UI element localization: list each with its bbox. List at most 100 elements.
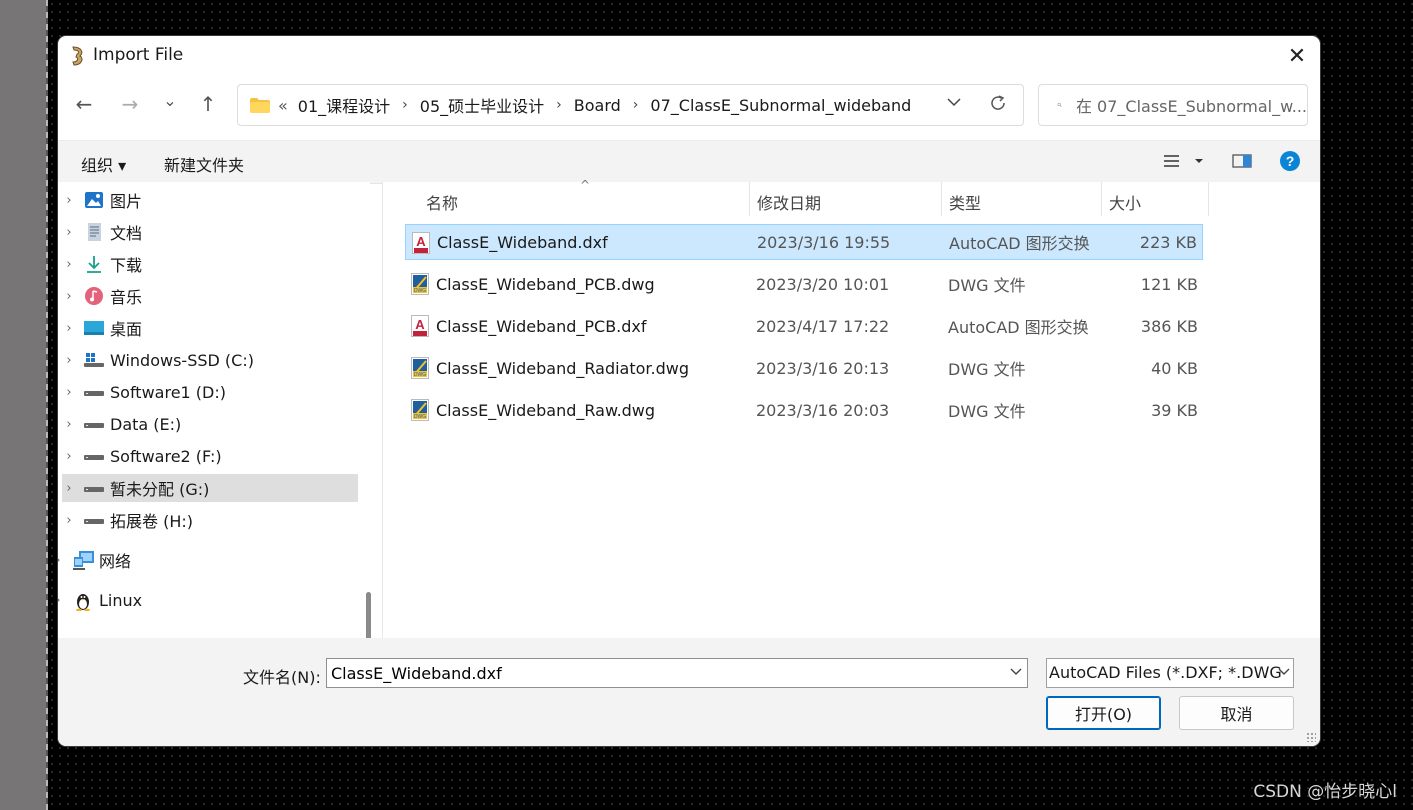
dwg-file-icon: DWG — [411, 357, 429, 379]
recent-locations-button[interactable]: ⌄ — [156, 86, 184, 114]
organize-menu[interactable]: 组织 ▾ — [81, 152, 126, 176]
column-divider[interactable] — [749, 182, 750, 216]
file-row[interactable]: A ClassE_Wideband_PCB.dxf 2023/4/17 17:2… — [405, 308, 1203, 344]
svg-text:DWG: DWG — [414, 372, 426, 378]
drive-icon — [84, 447, 104, 465]
filename-history-button[interactable] — [1010, 665, 1022, 680]
chevron-right-icon[interactable]: › — [62, 289, 76, 304]
breadcrumb-part[interactable]: 05_硕士毕业设计 — [420, 93, 544, 117]
chevron-right-icon[interactable]: › — [58, 593, 65, 608]
music-icon — [84, 287, 104, 305]
forward-button[interactable]: → — [116, 90, 144, 118]
preview-pane-icon — [1232, 154, 1252, 168]
chevron-right-icon[interactable]: › — [62, 481, 76, 496]
file-type: DWG 文件 — [948, 402, 1026, 421]
list-view-icon — [1164, 155, 1203, 167]
breadcrumb-part[interactable]: Board — [574, 96, 621, 115]
file-date: 2023/3/16 20:13 — [756, 358, 890, 378]
downloads-icon — [84, 255, 104, 273]
chevron-right-icon[interactable]: › — [62, 321, 76, 336]
file-name: ClassE_Wideband_PCB.dwg — [436, 274, 655, 294]
filetype-select[interactable]: AutoCAD Files (*.DXF; *.DWG — [1046, 658, 1294, 688]
cancel-button-label: 取消 — [1220, 705, 1253, 724]
file-row[interactable]: DWG ClassE_Wideband_PCB.dwg 2023/3/20 10… — [405, 266, 1203, 302]
sidebar-item-label: 网络 — [99, 552, 132, 571]
sidebar-item-documents[interactable]: › 文档 — [62, 218, 358, 246]
file-size: 39 KB — [1151, 400, 1198, 420]
sidebar-item-music[interactable]: › 音乐 — [62, 282, 358, 310]
search-input[interactable]: 在 07_ClassE_Subnormal_w... — [1038, 84, 1308, 126]
preview-pane-button[interactable] — [1232, 151, 1252, 175]
column-header-type[interactable]: 类型 — [949, 190, 981, 214]
sidebar-item-drive-h[interactable]: › 拓展卷 (H:) — [62, 506, 358, 534]
column-header-name[interactable]: 名称 — [426, 190, 458, 214]
import-file-dialog: Import File ✕ ← → ⌄ ↑ « 01_课程设计 › 05_硕士毕… — [58, 36, 1320, 746]
chevron-right-icon[interactable]: › — [62, 513, 76, 528]
chevron-right-icon[interactable]: › — [62, 193, 76, 208]
chevron-right-icon[interactable]: › — [62, 417, 76, 432]
view-options-button[interactable] — [1164, 151, 1204, 175]
file-size: 386 KB — [1140, 316, 1198, 336]
svg-text:DWG: DWG — [414, 288, 426, 294]
open-button-label: 打开(O) — [1074, 705, 1133, 724]
filetype-dropdown-button[interactable] — [1278, 665, 1290, 680]
arrow-up-icon: ↑ — [199, 92, 217, 116]
linux-penguin-icon — [73, 591, 93, 612]
column-divider[interactable] — [1208, 182, 1209, 216]
open-button[interactable]: 打开(O) — [1046, 696, 1161, 730]
sidebar-item-pictures[interactable]: › 图片 — [62, 186, 358, 214]
column-divider[interactable] — [1101, 182, 1102, 216]
refresh-button[interactable] — [989, 93, 1007, 117]
resize-grip-icon[interactable] — [1306, 732, 1316, 742]
chevron-right-icon[interactable]: › — [58, 553, 65, 568]
sidebar-item-drive-d[interactable]: › Software1 (D:) — [62, 378, 358, 406]
help-button[interactable]: ? — [1279, 150, 1301, 176]
sidebar-item-label: 文档 — [110, 224, 143, 243]
sidebar-item-linux[interactable]: › Linux — [58, 586, 347, 614]
column-header-date[interactable]: 修改日期 — [757, 190, 821, 214]
sidebar-item-label: Data (E:) — [110, 414, 182, 434]
app-logo-icon — [72, 46, 83, 66]
sidebar-item-downloads[interactable]: › 下载 — [62, 250, 358, 278]
chevron-down-icon: ⌄ — [163, 90, 177, 110]
column-divider[interactable] — [941, 182, 942, 216]
chevron-right-icon[interactable]: › — [62, 353, 76, 368]
dwg-file-icon: DWG — [411, 273, 429, 295]
file-row[interactable]: DWG ClassE_Wideband_Raw.dwg 2023/3/16 20… — [405, 392, 1203, 428]
sidebar-item-drive-e[interactable]: › Data (E:) — [62, 410, 358, 438]
close-button[interactable]: ✕ — [1274, 36, 1320, 76]
dialog-title: Import File — [93, 45, 184, 65]
address-dropdown-button[interactable] — [947, 95, 961, 111]
file-row[interactable]: A ClassE_Wideband.dxf 2023/3/16 19:55 Au… — [405, 224, 1203, 260]
sidebar-item-drive-c[interactable]: › Windows-SSD (C:) — [62, 346, 358, 374]
address-overflow[interactable]: « — [278, 96, 288, 115]
column-header-size[interactable]: 大小 — [1109, 190, 1141, 214]
breadcrumb-part[interactable]: 07_ClassE_Subnormal_wideband — [650, 96, 911, 115]
sidebar-item-drive-f[interactable]: › Software2 (F:) — [62, 442, 358, 470]
cancel-button[interactable]: 取消 — [1179, 696, 1294, 730]
dwg-file-icon: DWG — [411, 399, 429, 421]
sidebar-item-label: 桌面 — [110, 320, 143, 339]
chevron-right-icon[interactable]: › — [62, 385, 76, 400]
sidebar-item-desktop[interactable]: › 桌面 — [62, 314, 358, 342]
search-icon — [1057, 102, 1062, 107]
sidebar-item-drive-g[interactable]: › 暂未分配 (G:) — [62, 474, 358, 502]
chevron-right-icon[interactable]: › — [62, 257, 76, 272]
sidebar-item-label: Software1 (D:) — [110, 382, 226, 402]
file-name: ClassE_Wideband_Radiator.dwg — [436, 358, 690, 378]
new-folder-button[interactable]: 新建文件夹 — [164, 152, 244, 176]
chevron-right-icon[interactable]: › — [62, 225, 76, 240]
title-bar: Import File ✕ — [58, 36, 1320, 76]
file-row[interactable]: DWG ClassE_Wideband_Radiator.dwg 2023/3/… — [405, 350, 1203, 386]
file-date: 2023/3/16 20:03 — [756, 400, 890, 420]
sidebar-item-label: 图片 — [110, 192, 143, 211]
up-button[interactable]: ↑ — [194, 90, 222, 118]
sidebar-item-network[interactable]: › 网络 — [58, 546, 347, 574]
back-button[interactable]: ← — [70, 90, 98, 118]
filename-input[interactable] — [326, 658, 1028, 688]
chevron-right-icon[interactable]: › — [62, 449, 76, 464]
refresh-icon — [991, 95, 1005, 110]
breadcrumb-part[interactable]: 01_课程设计 — [298, 93, 390, 117]
sidebar-item-label: 下载 — [110, 256, 143, 275]
address-bar[interactable]: « 01_课程设计 › 05_硕士毕业设计 › Board › 07_Class… — [237, 84, 1024, 126]
